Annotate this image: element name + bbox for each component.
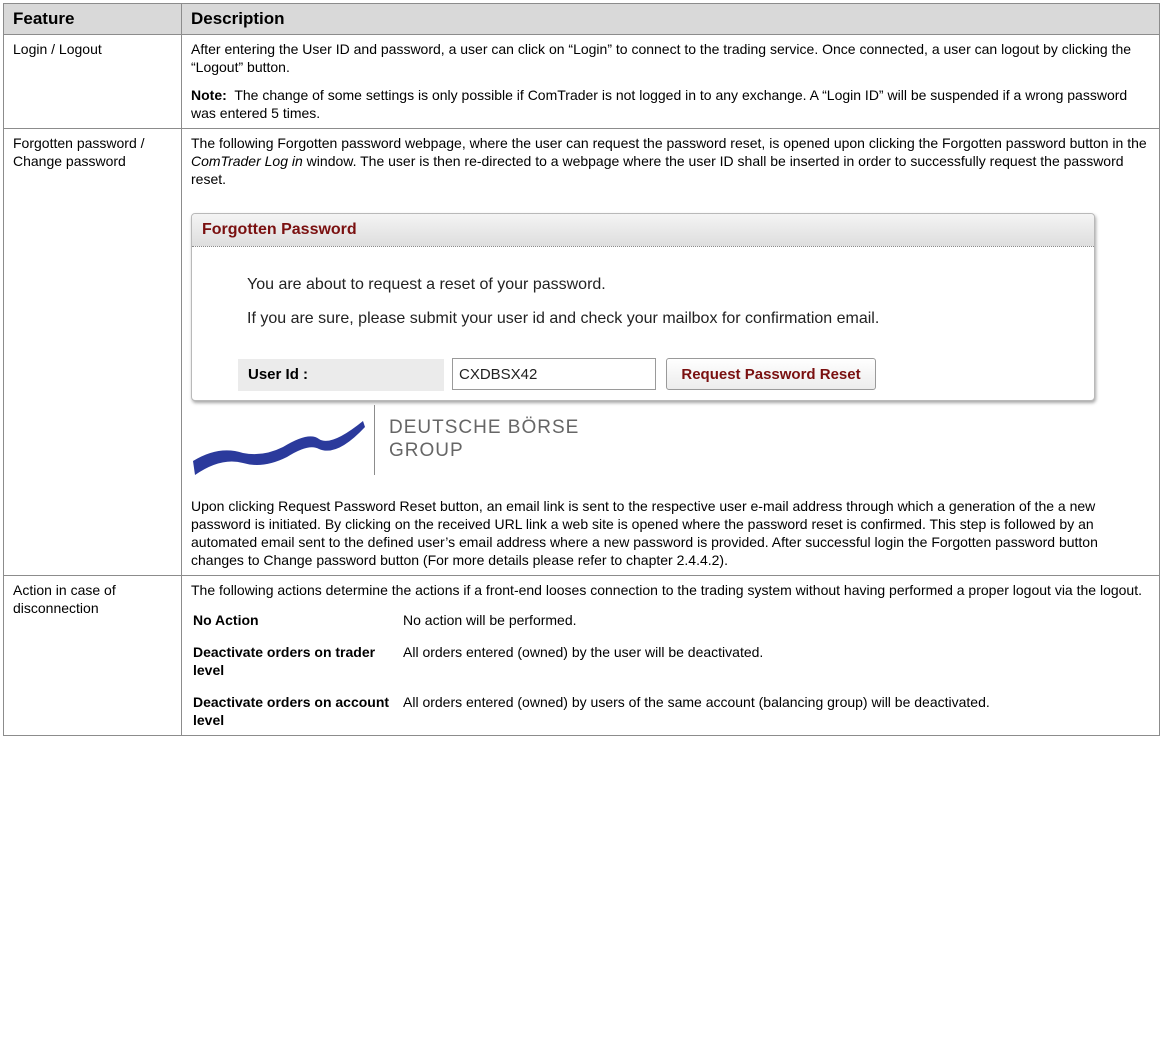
table-header: Feature Description (3, 3, 1160, 35)
action-text: The following actions determine the acti… (191, 582, 1142, 598)
option-key: Deactivate orders on trader level (193, 644, 376, 678)
logo-line-2: GROUP (389, 440, 464, 461)
option-key: No Action (193, 612, 259, 628)
user-id-input[interactable] (452, 358, 656, 390)
description-login: After entering the User ID and password,… (181, 34, 1160, 129)
dialog-title: Forgotten Password (192, 214, 1094, 247)
forgotten-password-dialog: Forgotten Password You are about to requ… (191, 213, 1095, 401)
intro-window-name: ComTrader Log in (191, 153, 303, 169)
forgotten-intro: The following Forgotten password webpage… (191, 134, 1147, 188)
header-description: Description (181, 3, 1160, 35)
action-options: No Action No action will be performed. D… (193, 611, 1073, 729)
option-value: All orders entered (owned) by users of t… (403, 694, 990, 710)
intro-text-a: The following Forgotten password webpage… (191, 135, 1147, 151)
logo-line-1: DEUTSCHE BÖRSE (389, 417, 580, 438)
option-value: All orders entered (owned) by the user w… (403, 644, 764, 660)
list-item: No Action No action will be performed. (193, 611, 1073, 629)
header-feature: Feature (3, 3, 182, 35)
feature-login: Login / Logout (3, 34, 182, 129)
logo-divider (374, 405, 375, 475)
option-value: No action will be performed. (403, 612, 577, 628)
option-key: Deactivate orders on account level (193, 694, 390, 728)
feature-forgotten: Forgotten password / Change password (3, 128, 182, 576)
dialog-line-1: You are about to request a reset of your… (247, 276, 606, 293)
list-item: Deactivate orders on account level All o… (193, 693, 1073, 729)
forgotten-after: Upon clicking Request Password Reset but… (191, 498, 1098, 568)
deutsche-boerse-logo: DEUTSCHE BÖRSE GROUP (191, 405, 1147, 497)
description-action: The following actions determine the acti… (181, 575, 1160, 736)
boerse-wave-icon (193, 421, 365, 475)
login-note: Note: The change of some settings is onl… (191, 86, 1147, 122)
table-row: Login / Logout After entering the User I… (3, 34, 1160, 129)
dialog-line-2: If you are sure, please submit your user… (247, 310, 880, 327)
user-id-label: User Id : (238, 359, 444, 391)
list-item: Deactivate orders on trader level All or… (193, 643, 1073, 679)
feature-table: Feature Description Login / Logout After… (3, 3, 1160, 736)
intro-text-b: window. The user is then re-directed to … (191, 153, 1124, 187)
feature-action: Action in case of disconnection (3, 575, 182, 736)
note-text: The change of some settings is only poss… (191, 87, 1128, 121)
note-label: Note: (191, 87, 227, 103)
description-forgotten: The following Forgotten password webpage… (181, 128, 1160, 576)
table-row: Forgotten password / Change password The… (3, 128, 1160, 576)
login-text: After entering the User ID and password,… (191, 41, 1132, 75)
request-password-reset-button[interactable]: Request Password Reset (666, 358, 876, 390)
document: Feature Description Login / Logout After… (3, 3, 1160, 736)
table-row: Action in case of disconnection The foll… (3, 575, 1160, 736)
